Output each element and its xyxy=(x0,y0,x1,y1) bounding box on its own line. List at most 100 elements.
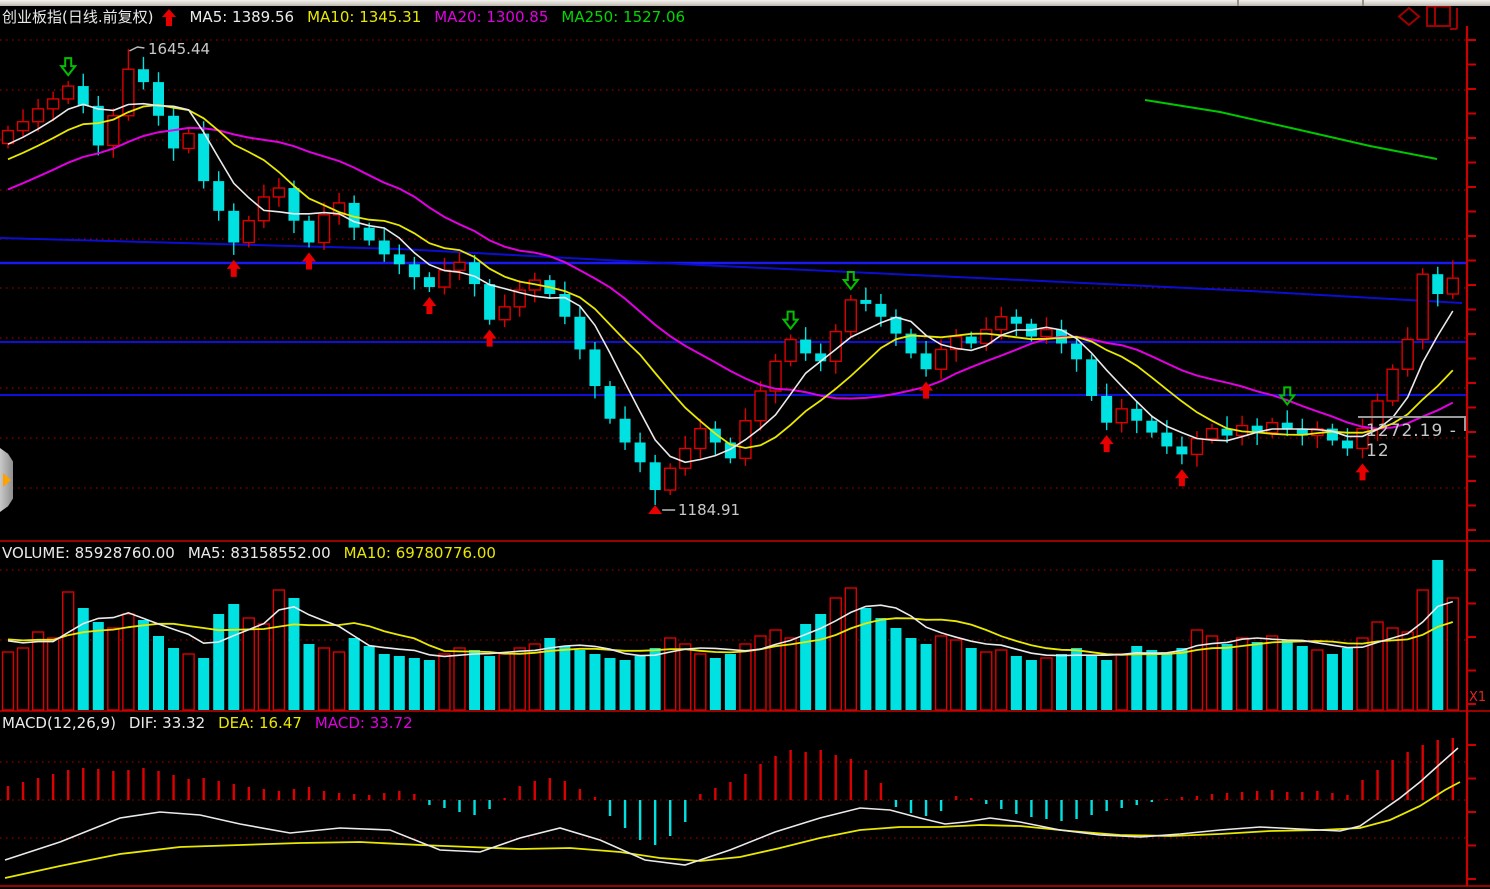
volume-bar-down xyxy=(1026,660,1037,710)
ma250-line xyxy=(1145,100,1437,159)
candle-down xyxy=(1131,409,1142,421)
volume-bar-up xyxy=(1447,598,1458,710)
candle-up xyxy=(454,262,465,270)
candle-down xyxy=(1432,274,1443,294)
buy-arrow-icon xyxy=(1356,463,1370,480)
volume-bar-down xyxy=(574,650,585,710)
volume-bar-down xyxy=(1161,654,1172,710)
candle-up xyxy=(1417,274,1428,339)
volume-bar-down xyxy=(559,646,570,710)
volume-bar-up xyxy=(1402,632,1413,710)
volume-bar-down xyxy=(1327,654,1338,710)
extreme-markers xyxy=(129,47,675,514)
candle-down xyxy=(153,82,164,116)
ma10-line xyxy=(8,105,1453,448)
volume-bar-up xyxy=(514,648,525,710)
candle-down xyxy=(484,284,495,320)
up-arrow-icon xyxy=(162,9,176,26)
volume-ma5-readout: MA5: 83158552.00 xyxy=(188,544,331,562)
candle-up xyxy=(1402,340,1413,370)
price-ma-lines xyxy=(8,104,1453,463)
volume-bar-up xyxy=(1357,638,1368,710)
diamond-icon[interactable] xyxy=(1399,8,1419,25)
pane-splitter-icon[interactable] xyxy=(1450,8,1457,29)
buy-arrow-icon xyxy=(1175,469,1189,486)
candle-down xyxy=(650,462,661,490)
ma250-readout: MA250: 1527.06 xyxy=(561,8,685,26)
candle-down xyxy=(1146,421,1157,433)
candle-up xyxy=(439,270,450,287)
volume-bar-down xyxy=(1071,648,1082,710)
candle-down xyxy=(1342,441,1353,449)
candle-down xyxy=(966,337,977,344)
volume-bar-up xyxy=(3,652,14,710)
volume-bar-down xyxy=(138,620,149,710)
high-price-label: 1645.44 xyxy=(148,40,210,58)
candle-down xyxy=(574,317,585,350)
volume-bar-up xyxy=(981,652,992,710)
candle-up xyxy=(63,86,74,99)
ma5-line xyxy=(8,104,1453,463)
candle-down xyxy=(168,116,179,149)
window-layout-icon[interactable] xyxy=(1427,7,1450,27)
candle-up xyxy=(845,300,856,332)
buy-arrow-icon xyxy=(422,297,436,314)
macd-lines xyxy=(5,748,1460,878)
tooltip-text: 1272.19 - 12 xyxy=(1366,421,1466,461)
candle-up xyxy=(1207,429,1218,439)
volume-bar-down xyxy=(921,644,932,710)
candle-down xyxy=(394,254,405,264)
candle-down xyxy=(93,106,104,146)
volume-bar-down xyxy=(635,656,646,710)
volume-bar-down xyxy=(1176,648,1187,710)
candle-down xyxy=(379,241,390,255)
volume-bar-up xyxy=(996,650,1007,710)
price-tooltip: 1272.19 - 12 xyxy=(1358,416,1466,442)
candle-down xyxy=(1101,396,1112,423)
candle-up xyxy=(499,307,510,320)
candle-up xyxy=(680,448,691,468)
volume-bar-down xyxy=(890,628,901,710)
volume-bar-down xyxy=(1056,654,1067,710)
chart-canvas[interactable] xyxy=(0,0,1490,889)
volume-bar-up xyxy=(334,652,345,710)
volume-bar-up xyxy=(755,636,766,710)
candle-down xyxy=(620,419,631,443)
candle-down xyxy=(1282,423,1293,429)
volume-bar-down xyxy=(409,658,420,710)
macd-params-readout: MACD(12,26,9) xyxy=(2,714,116,732)
volume-bar-up xyxy=(63,592,74,710)
candle-down xyxy=(78,86,89,106)
candle-up xyxy=(996,317,1007,330)
volume-bar-up xyxy=(1372,622,1383,710)
volume-bar-up xyxy=(695,654,706,710)
volume-bar-down xyxy=(1146,650,1157,710)
candle-up xyxy=(1267,423,1278,433)
candle-down xyxy=(860,300,871,304)
volume-bar-up xyxy=(273,590,284,710)
ma5-readout: MA5: 1389.56 xyxy=(189,8,294,26)
volume-bar-up xyxy=(258,624,269,710)
top-border-seam xyxy=(1237,0,1239,6)
volume-bar-down xyxy=(620,660,631,710)
candle-down xyxy=(1176,446,1187,454)
candle-up xyxy=(319,215,330,243)
volume-bar-down xyxy=(93,622,104,710)
volume-bar-up xyxy=(1267,636,1278,710)
volume-bar-down xyxy=(394,656,405,710)
volume-bar-down xyxy=(168,648,179,710)
low-marker-icon xyxy=(648,505,662,514)
volume-bar-up xyxy=(1312,650,1323,710)
candle-up xyxy=(1387,369,1398,401)
volume-bar-down xyxy=(1282,640,1293,710)
volume-bar-up xyxy=(439,654,450,710)
volume-bar-up xyxy=(499,654,510,710)
volume-bar-up xyxy=(1191,630,1202,710)
buy-arrow-icon xyxy=(483,330,497,347)
sell-arrow-icon xyxy=(61,58,75,75)
volume-bar-down xyxy=(1297,646,1308,710)
low-price-label: 1184.91 xyxy=(678,501,740,519)
candle-down xyxy=(1071,343,1082,359)
candle-up xyxy=(1191,439,1202,455)
volume-bar-down xyxy=(589,654,600,710)
